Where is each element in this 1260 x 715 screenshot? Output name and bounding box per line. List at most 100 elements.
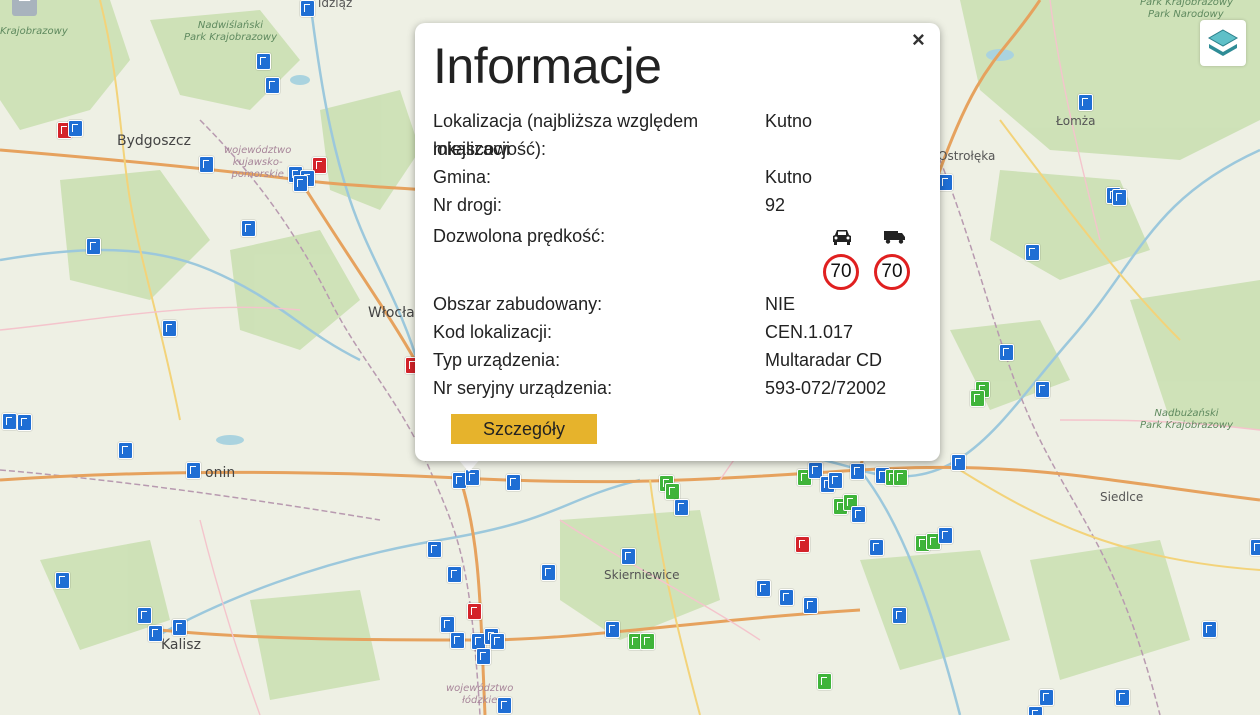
serial-number-value: 593-072/72002: [765, 378, 887, 398]
camera-marker[interactable]: [621, 548, 636, 565]
camera-marker[interactable]: [850, 463, 865, 480]
region-label-line: kujawsko-: [232, 157, 283, 168]
camera-marker[interactable]: [86, 238, 101, 255]
camera-marker[interactable]: [427, 541, 442, 558]
place-label: onin: [205, 465, 236, 481]
camera-marker[interactable]: [300, 0, 315, 17]
camera-marker[interactable]: [817, 673, 832, 690]
camera-marker[interactable]: [118, 442, 133, 459]
camera-marker[interactable]: [1115, 689, 1130, 706]
camera-marker[interactable]: [476, 648, 491, 665]
camera-marker[interactable]: [605, 621, 620, 638]
camera-marker[interactable]: [55, 572, 70, 589]
camera-marker[interactable]: [1035, 381, 1050, 398]
park-label-line: Nadbużański: [1154, 408, 1219, 419]
place-label: Siedlce: [1100, 490, 1144, 504]
camera-marker[interactable]: [2, 413, 17, 430]
camera-marker[interactable]: [640, 633, 655, 650]
place-label: Kalisz: [161, 637, 201, 653]
region-label-line: województwo: [224, 145, 292, 156]
camera-marker[interactable]: [999, 344, 1014, 361]
camera-marker[interactable]: [892, 607, 907, 624]
truck-icon: [884, 231, 905, 244]
place-label: Skierniewice: [604, 568, 680, 582]
camera-marker[interactable]: [172, 619, 187, 636]
park-label-line: Park Krajobrazowy: [1140, 0, 1233, 8]
region-label: województwo kujawsko- pomorskie: [224, 145, 291, 181]
park-label: Nadwiślański Park Krajobrazowy: [184, 20, 277, 44]
location-value: Kutno: [765, 111, 813, 131]
camera-marker[interactable]: [795, 536, 810, 553]
camera-marker[interactable]: [951, 454, 966, 471]
camera-marker[interactable]: [241, 220, 256, 237]
camera-marker[interactable]: [148, 625, 163, 642]
speed-limit-label: Dozwolona prędkość:: [433, 226, 606, 246]
camera-marker[interactable]: [938, 174, 953, 191]
park-label: Nadbużański Park Krajobrazowy: [1140, 408, 1233, 432]
location-label-cont: miejscowość):: [433, 139, 547, 159]
camera-marker[interactable]: [851, 506, 866, 523]
device-type-value: Multaradar CD: [765, 350, 883, 370]
place-label: Bydgoszcz: [117, 133, 191, 149]
camera-marker[interactable]: [1202, 621, 1217, 638]
camera-marker[interactable]: [506, 474, 521, 491]
place-label: Ostrołęka: [938, 149, 996, 163]
zoom-out-button[interactable]: −: [12, 0, 37, 16]
camera-marker[interactable]: [450, 632, 465, 649]
region-label-line: województwo: [446, 683, 514, 694]
close-button[interactable]: ×: [912, 27, 925, 53]
camera-marker[interactable]: [293, 175, 308, 192]
road-number-value: 92: [765, 195, 786, 215]
built-up-area-value: NIE: [765, 294, 796, 314]
camera-marker[interactable]: [467, 603, 482, 620]
commune-value: Kutno: [765, 167, 813, 187]
camera-marker[interactable]: [265, 77, 280, 94]
camera-marker[interactable]: [1250, 539, 1260, 556]
camera-marker[interactable]: [199, 156, 214, 173]
commune-label: Gmina:: [433, 167, 492, 187]
camera-marker[interactable]: [970, 390, 985, 407]
camera-marker[interactable]: [893, 469, 908, 486]
park-label-line: Nadwiślański: [197, 20, 264, 31]
truck-speed-limit-sign: 70: [874, 254, 910, 290]
location-code-value: CEN.1.017: [765, 322, 854, 342]
camera-marker[interactable]: [440, 616, 455, 633]
camera-marker[interactable]: [665, 483, 680, 500]
camera-marker[interactable]: [803, 597, 818, 614]
details-button[interactable]: Szczegóły: [451, 414, 597, 444]
park-label-line: Park Krajobrazowy: [184, 32, 277, 43]
camera-marker[interactable]: [68, 120, 83, 137]
camera-marker[interactable]: [1025, 244, 1040, 261]
camera-marker[interactable]: [869, 539, 884, 556]
camera-marker[interactable]: [447, 566, 462, 583]
park-label: Krajobrazowy: [0, 26, 68, 38]
camera-marker[interactable]: [938, 527, 953, 544]
camera-marker[interactable]: [1112, 189, 1127, 206]
camera-marker[interactable]: [137, 607, 152, 624]
camera-marker[interactable]: [756, 580, 771, 597]
serial-number-label: Nr seryjny urządzenia:: [433, 378, 613, 398]
park-label-line: Krajobrazowy: [0, 26, 68, 37]
park-label: Park Krajobrazowy: [1140, 0, 1233, 9]
camera-marker[interactable]: [1028, 706, 1043, 715]
camera-marker[interactable]: [1078, 94, 1093, 111]
camera-marker[interactable]: [162, 320, 177, 337]
layers-icon: [1207, 29, 1239, 56]
popup-title: Informacje: [433, 38, 662, 94]
layers-button[interactable]: [1200, 20, 1246, 66]
road-number-label: Nr drogi:: [433, 195, 503, 215]
camera-marker[interactable]: [256, 53, 271, 70]
camera-marker[interactable]: [1039, 689, 1054, 706]
camera-marker[interactable]: [17, 414, 32, 431]
camera-marker[interactable]: [541, 564, 556, 581]
camera-marker[interactable]: [828, 472, 843, 489]
camera-marker[interactable]: [674, 499, 689, 516]
camera-marker[interactable]: [497, 697, 512, 714]
camera-marker[interactable]: [186, 462, 201, 479]
camera-marker[interactable]: [779, 589, 794, 606]
device-type-label: Typ urządzenia:: [433, 350, 561, 370]
place-label: Łomża: [1056, 114, 1096, 128]
built-up-area-label: Obszar zabudowany:: [433, 294, 603, 314]
camera-marker[interactable]: [490, 633, 505, 650]
place-label: idziąż: [318, 0, 353, 10]
